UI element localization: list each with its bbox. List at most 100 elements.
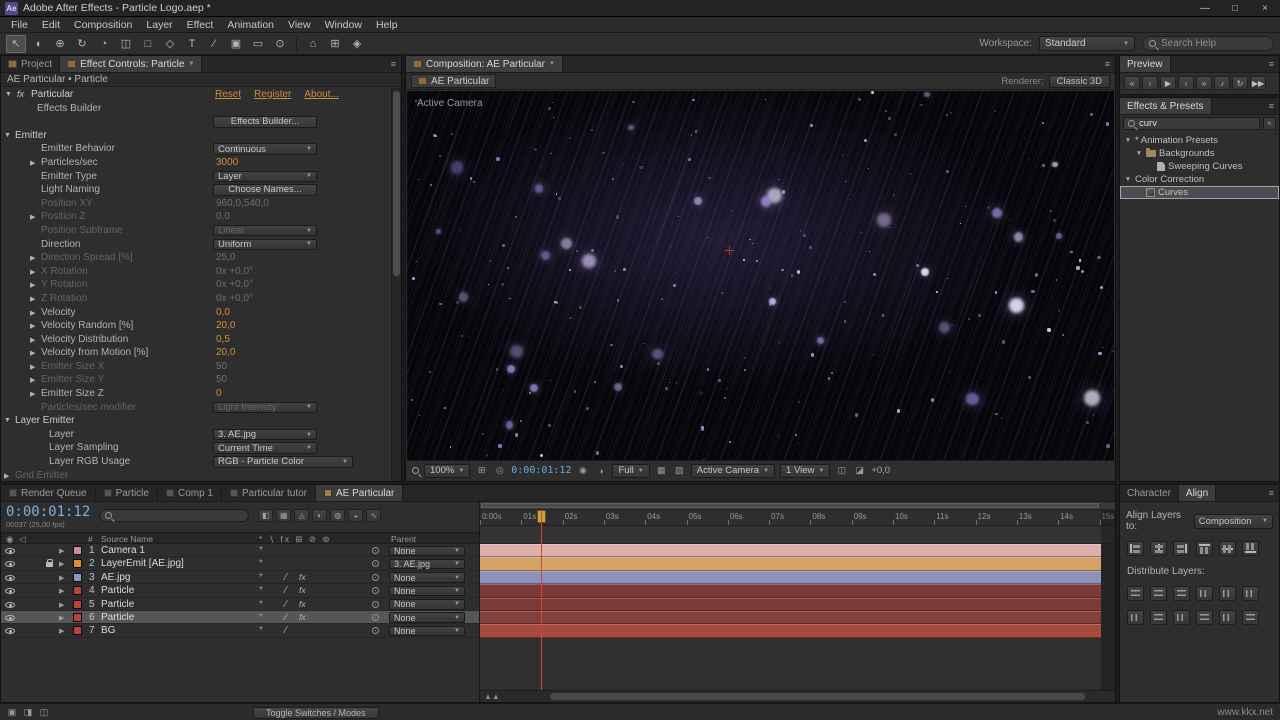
layer-twirl-icon[interactable]: ▶	[59, 574, 64, 582]
distribute-even-1-icon[interactable]	[1173, 610, 1190, 625]
parent-dropdown[interactable]: 3. AE.jpg▼	[389, 559, 465, 570]
world-axis-mode[interactable]: ⊞	[325, 35, 345, 53]
parent-pickwhip-icon[interactable]	[372, 627, 379, 634]
preset-item-sweeping-curves[interactable]: Sweeping Curves	[1120, 160, 1279, 173]
clone-stamp-tool[interactable]: ▣	[226, 35, 246, 53]
y-rotation-value[interactable]: 0x +0,0°	[216, 279, 253, 290]
layer-color-swatch[interactable]	[73, 613, 82, 622]
pixel-aspect-icon[interactable]: ◫	[835, 464, 848, 478]
transform-switch-icon[interactable]: *	[259, 572, 263, 583]
previous-frame-button[interactable]: ‹	[1142, 76, 1158, 90]
parent-dropdown[interactable]: None▼	[389, 599, 465, 610]
twirl-icon[interactable]: ▼	[4, 132, 11, 139]
align-v-center-icon[interactable]	[1219, 541, 1236, 556]
tab-align[interactable]: Align	[1179, 485, 1216, 501]
layer-row-6[interactable]: ▶6Particle*∕fxNone▼	[1, 611, 479, 624]
unified-camera-tool[interactable]: ◔	[94, 35, 114, 53]
motion-blur-icon[interactable]: ◍	[330, 509, 345, 522]
register-link[interactable]: Register	[254, 89, 291, 100]
grid-and-guides-icon[interactable]: ⊞	[475, 464, 488, 478]
tab-composition[interactable]: Composition: AE Particular ▼	[406, 56, 563, 72]
menu-effect[interactable]: Effect	[180, 19, 221, 31]
quality-switch-icon[interactable]: ∕	[285, 572, 287, 583]
effects-builder-button[interactable]: Effects Builder...	[213, 116, 317, 128]
layer-name[interactable]: Particle	[101, 599, 134, 610]
rotation-tool[interactable]: ↻	[72, 35, 92, 53]
position-xy-value[interactable]: 960,0,540,0	[216, 198, 269, 209]
eraser-tool[interactable]: ▭	[248, 35, 268, 53]
layer-name[interactable]: Particle	[101, 585, 134, 596]
align-bottom-icon[interactable]	[1242, 541, 1259, 556]
timeline-tab-particle[interactable]: Particle	[96, 485, 158, 501]
layer-row-2[interactable]: ▶2LayerEmit [AE.jpg]*3. AE.jpg▼	[1, 557, 479, 570]
hand-tool[interactable]: ◖	[28, 35, 48, 53]
timeline-zoom-icon[interactable]: ▲▲	[484, 692, 500, 701]
tab-character[interactable]: Character	[1120, 485, 1179, 501]
layer-color-swatch[interactable]	[73, 600, 82, 609]
transform-switch-icon[interactable]: *	[259, 558, 263, 569]
composition-canvas[interactable]: Active Camera	[407, 91, 1114, 460]
layer-duration-bar[interactable]	[480, 557, 1101, 570]
distribute-v-center-icon[interactable]	[1150, 586, 1167, 601]
preset-item-curves[interactable]: Curves	[1120, 186, 1279, 199]
transform-switch-icon[interactable]: *	[259, 585, 263, 596]
play-button[interactable]: ▶	[1160, 76, 1176, 90]
align-left-icon[interactable]	[1127, 541, 1144, 556]
layer-twirl-icon[interactable]: ▶	[59, 601, 64, 609]
preset-item-animation-presets[interactable]: ▼* Animation Presets	[1120, 134, 1279, 147]
position-subframe-dropdown[interactable]: Linear▼	[213, 225, 317, 237]
show-channels-icon[interactable]: ◑	[594, 464, 607, 478]
fx-switch-icon[interactable]: fx	[299, 572, 306, 582]
visibility-eye-icon[interactable]	[5, 628, 15, 634]
minimize-icon[interactable]: —	[1190, 0, 1220, 16]
layer-twirl-icon[interactable]: ▶	[59, 547, 64, 555]
snapshot-icon[interactable]: ◉	[576, 464, 589, 478]
align-h-center-icon[interactable]	[1150, 541, 1167, 556]
twirl-icon[interactable]: ▼	[4, 417, 11, 424]
visibility-eye-icon[interactable]	[5, 548, 15, 554]
brush-tool[interactable]: ∕	[204, 35, 224, 53]
twirl-icon[interactable]: ▶	[30, 376, 35, 384]
expand-layer-switches-icon[interactable]: ▣	[5, 706, 19, 718]
scrollbar[interactable]	[391, 88, 401, 481]
layer-name[interactable]: BG	[101, 625, 115, 636]
close-icon[interactable]: ×	[1250, 0, 1280, 16]
timeline-tab-comp-1[interactable]: Comp 1	[158, 485, 222, 501]
comp-timecode[interactable]: 0:00:01:12	[511, 465, 571, 476]
visibility-eye-icon[interactable]	[5, 561, 15, 567]
layer-row-1[interactable]: ▶1Camera 1*None▼	[1, 544, 479, 557]
viewer-tab[interactable]: AE Particular	[411, 74, 496, 88]
layer-duration-bar[interactable]	[480, 611, 1101, 624]
layer-color-swatch[interactable]	[73, 586, 82, 595]
layer-name[interactable]: Camera 1	[101, 545, 145, 556]
layer-twirl-icon[interactable]: ▶	[59, 587, 64, 595]
distribute-v-space-icon[interactable]	[1127, 610, 1144, 625]
draft-3d-icon[interactable]: ▦	[276, 509, 291, 522]
pen-tool[interactable]: ◇	[160, 35, 180, 53]
reset-link[interactable]: Reset	[215, 89, 241, 100]
transform-switch-icon[interactable]: *	[259, 599, 263, 610]
visibility-eye-icon[interactable]	[5, 575, 15, 581]
layer-twirl-icon[interactable]: ▶	[59, 560, 64, 568]
particles-sec-modifier-dropdown[interactable]: Light Intensity▼	[213, 402, 317, 414]
layer-row-7[interactable]: ▶7BG*∕None▼	[1, 624, 479, 637]
parent-dropdown[interactable]: None▼	[389, 612, 465, 623]
layer-row-3[interactable]: ▶3AE.jpg*∕fxNone▼	[1, 571, 479, 584]
twirl-icon[interactable]: ▶	[30, 268, 35, 276]
menu-window[interactable]: Window	[318, 19, 369, 31]
layer-duration-bar[interactable]	[480, 584, 1101, 597]
about-link[interactable]: About...	[304, 89, 338, 100]
twirl-icon[interactable]: ▶	[30, 390, 35, 398]
parent-pickwhip-icon[interactable]	[372, 614, 379, 621]
twirl-icon[interactable]: ▶	[30, 159, 35, 167]
toggle-switches-modes-button[interactable]: Toggle Switches / Modes	[253, 707, 379, 719]
search-help-input[interactable]: Search Help	[1142, 36, 1274, 51]
layer-sampling-dropdown[interactable]: Current Time▼	[213, 442, 317, 454]
distribute-h-center-icon[interactable]	[1219, 586, 1236, 601]
brainstorm-icon[interactable]: ◒	[348, 509, 363, 522]
timeline-graph[interactable]: 0:00s01s02s03s04s05s06s07s08s09s10s11s12…	[479, 502, 1115, 702]
align-to-dropdown[interactable]: Composition ▼	[1194, 514, 1273, 529]
ram-preview-button[interactable]: ▶▶	[1250, 76, 1266, 90]
view-axis-mode[interactable]: ◈	[347, 35, 367, 53]
layer-row-5[interactable]: ▶5Particle*∕fxNone▼	[1, 598, 479, 611]
